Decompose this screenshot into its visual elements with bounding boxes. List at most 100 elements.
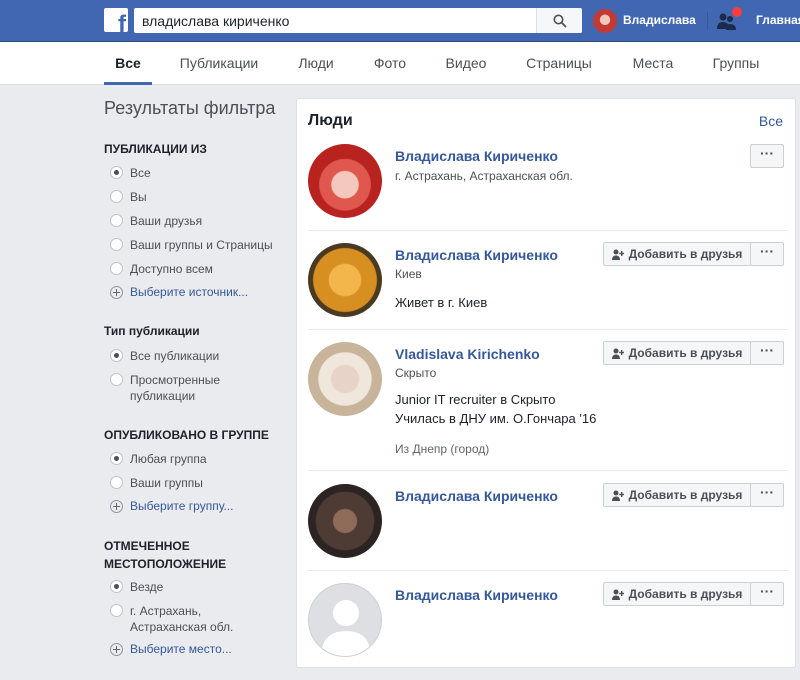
person-name-link[interactable]: Владислава Кириченко	[395, 587, 558, 603]
radio-button[interactable]	[110, 166, 123, 179]
radio-button[interactable]	[110, 580, 123, 593]
post-type-heading: Тип публикации	[104, 324, 200, 338]
person-avatar[interactable]	[308, 484, 382, 558]
filter-option-your-groups[interactable]: Ваши группы	[110, 475, 285, 491]
plus-circle-icon	[110, 499, 123, 513]
add-friend-button[interactable]: Добавить в друзья	[603, 242, 751, 266]
tab-photos[interactable]: Фото	[364, 42, 416, 85]
see-all-people-link[interactable]: Все	[759, 113, 783, 129]
choose-place-label: Выберите место...	[130, 642, 232, 656]
radio-button[interactable]	[110, 238, 123, 251]
person-education: Училась в ДНУ им. О.Гончара '16	[395, 411, 597, 426]
radio-button[interactable]	[110, 476, 123, 489]
radio-button[interactable]	[110, 262, 123, 275]
add-friend-button[interactable]: Добавить в друзья	[603, 582, 751, 606]
filter-option-seen-posts[interactable]: Просмотренные публикации	[110, 372, 240, 404]
add-friend-label: Добавить в друзья	[628, 488, 743, 502]
add-friend-label: Добавить в друзья	[628, 346, 743, 360]
person-avatar[interactable]	[308, 144, 382, 218]
filter-option-you[interactable]: Вы	[110, 189, 285, 205]
filter-option-label: Вы	[130, 190, 147, 204]
choose-source-label: Выберите источник...	[130, 285, 249, 299]
person-hometown: Из Днепр (город)	[395, 442, 490, 456]
radio-button[interactable]	[110, 349, 123, 362]
filter-option-all[interactable]: Все	[110, 165, 285, 181]
tab-people[interactable]: Люди	[288, 42, 344, 85]
search-bar	[134, 8, 582, 33]
more-options-button[interactable]: ···	[750, 144, 784, 168]
choose-group-link[interactable]: Выберите группу...	[110, 499, 234, 513]
add-friend-icon	[611, 348, 624, 359]
person-avatar[interactable]	[308, 342, 382, 416]
more-options-button[interactable]: ···	[750, 341, 784, 365]
radio-button[interactable]	[110, 190, 123, 203]
filter-option-label: Ваши группы и Страницы	[130, 238, 273, 252]
tab-pages[interactable]: Страницы	[518, 42, 600, 85]
filter-results-title: Результаты фильтра	[104, 98, 276, 118]
person-workplace: Скрыто	[395, 366, 437, 380]
home-link[interactable]: Главная	[756, 13, 800, 27]
radio-button[interactable]	[110, 214, 123, 227]
plus-circle-icon	[110, 642, 123, 656]
person-name-link[interactable]: Владислава Кириченко	[395, 247, 558, 263]
filter-option-groups-pages[interactable]: Ваши группы и Страницы	[110, 237, 285, 253]
person-result: Владислава Кириченко Киев Живет в г. Кие…	[308, 242, 788, 330]
filter-option-label: Доступно всем	[130, 262, 213, 276]
person-result: Владислава Кириченко г. Астрахань, Астра…	[308, 144, 788, 231]
topbar-divider	[707, 12, 708, 30]
tab-groups[interactable]: Группы	[704, 42, 768, 85]
filter-option-any-group[interactable]: Любая группа	[110, 451, 285, 467]
silhouette-icon	[321, 600, 371, 656]
tab-all[interactable]: Все	[104, 42, 152, 85]
add-friend-icon	[611, 490, 624, 501]
tagged-location-heading: ОТМЕЧЕННОЕ МЕСТОПОЛОЖЕНИЕ	[104, 539, 227, 571]
posts-from-heading: ПУБЛИКАЦИИ ИЗ	[104, 142, 207, 156]
filter-option-everywhere[interactable]: Везде	[110, 579, 285, 595]
user-profile-link[interactable]: Владислава	[623, 13, 696, 27]
person-result: Vladislava Kirichenko Скрыто Junior IT r…	[308, 341, 788, 471]
posted-in-group-heading: ОПУБЛИКОВАНО В ГРУППЕ	[104, 428, 269, 442]
radio-button[interactable]	[110, 373, 123, 386]
choose-place-link[interactable]: Выберите место...	[110, 642, 232, 656]
filter-option-all-posts[interactable]: Все публикации	[110, 348, 285, 364]
person-name-link[interactable]: Vladislava Kirichenko	[395, 346, 540, 362]
add-friend-button[interactable]: Добавить в друзья	[603, 483, 751, 507]
person-name-link[interactable]: Владислава Кириченко	[395, 488, 558, 504]
more-options-button[interactable]: ···	[750, 483, 784, 507]
add-friend-label: Добавить в друзья	[628, 587, 743, 601]
tab-posts[interactable]: Публикации	[172, 42, 266, 85]
filter-option-label: Все	[130, 166, 151, 180]
person-avatar[interactable]	[308, 243, 382, 317]
person-location: г. Астрахань, Астраханская обл.	[395, 169, 573, 183]
default-avatar-icon[interactable]	[308, 583, 382, 657]
facebook-logo[interactable]: f	[104, 8, 128, 32]
user-avatar[interactable]	[593, 9, 617, 33]
choose-source-link[interactable]: Выберите источник...	[110, 285, 248, 299]
filter-option-label: Просмотренные публикации	[130, 373, 221, 403]
plus-circle-icon	[110, 285, 123, 299]
person-job-title: Junior IT recruiter в Скрыто	[395, 392, 556, 407]
more-options-button[interactable]: ···	[750, 242, 784, 266]
more-options-button[interactable]: ···	[750, 582, 784, 606]
filter-option-astrakhan[interactable]: г. Астрахань, Астраханская обл.	[110, 603, 250, 635]
radio-button[interactable]	[110, 604, 123, 617]
filter-option-label: г. Астрахань, Астраханская обл.	[130, 604, 234, 634]
radio-button[interactable]	[110, 452, 123, 465]
add-friend-icon	[611, 249, 624, 260]
filter-option-public[interactable]: Доступно всем	[110, 261, 285, 277]
person-lives-in: Живет в г. Киев	[395, 295, 488, 310]
choose-group-label: Выберите группу...	[130, 499, 234, 513]
search-button[interactable]	[536, 8, 582, 33]
person-location: Киев	[395, 267, 422, 281]
friend-requests-button[interactable]	[716, 7, 742, 33]
filter-option-label: Все публикации	[130, 349, 220, 363]
filter-option-friends[interactable]: Ваши друзья	[110, 213, 285, 229]
search-input[interactable]	[134, 8, 536, 33]
add-friend-button[interactable]: Добавить в друзья	[603, 341, 751, 365]
filter-option-label: Любая группа	[130, 452, 207, 466]
filter-option-label: Ваши группы	[130, 476, 203, 490]
person-name-link[interactable]: Владислава Кириченко	[395, 148, 558, 164]
tab-videos[interactable]: Видео	[436, 42, 496, 85]
filter-option-label: Везде	[130, 580, 164, 594]
tab-places[interactable]: Места	[622, 42, 684, 85]
